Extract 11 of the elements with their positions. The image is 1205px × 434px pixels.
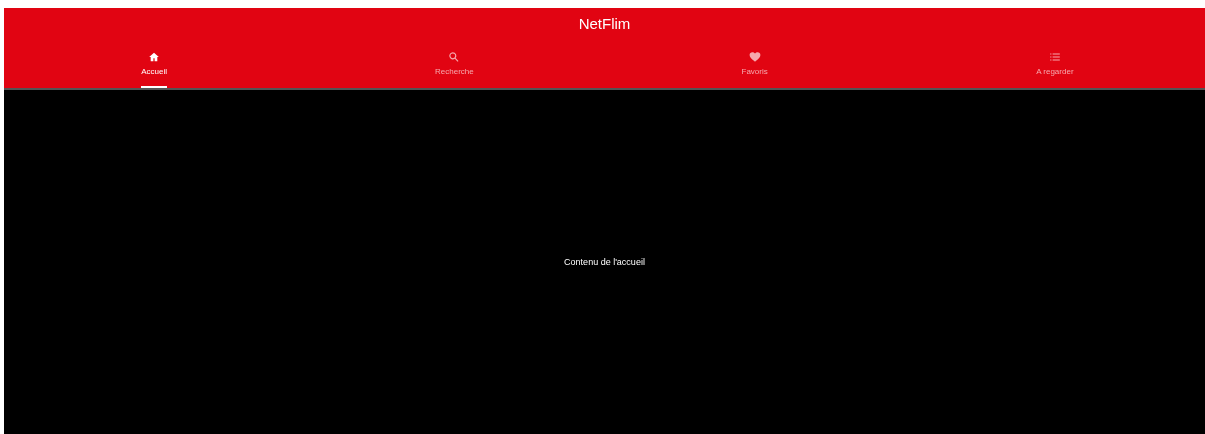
heart-icon xyxy=(748,51,761,63)
list-icon xyxy=(1048,51,1061,63)
tab[interactable]: Recherche xyxy=(304,41,605,88)
tab-indicator xyxy=(141,86,168,88)
search-icon xyxy=(448,51,461,63)
home-icon xyxy=(148,51,161,63)
tab[interactable]: A regarder xyxy=(904,41,1205,88)
app-title: NetFlim xyxy=(578,14,631,35)
tab[interactable]: Favoris xyxy=(604,41,905,88)
content-text: Contenu de l'accueil xyxy=(564,256,645,270)
tab[interactable]: Accueil xyxy=(4,41,305,88)
